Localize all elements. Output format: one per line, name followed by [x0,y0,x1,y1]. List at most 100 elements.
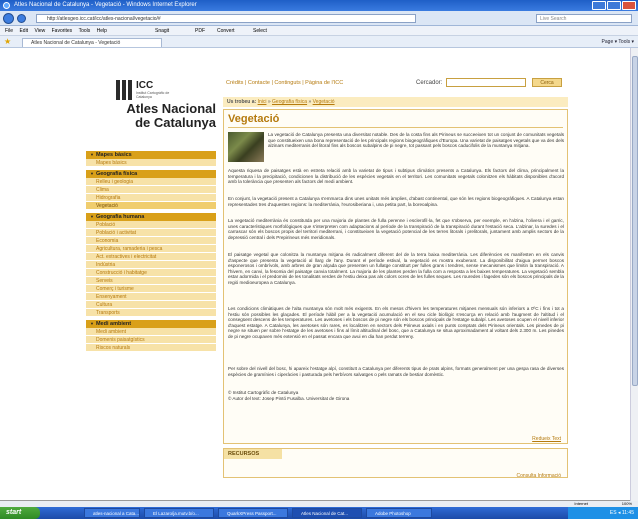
sidebar-item[interactable]: Indústria [86,261,216,269]
menu-edit[interactable]: Edit [19,28,28,34]
page-viewport: ICC Institut Cartogràfic de Catalunya At… [0,48,638,501]
scrollbar-thumb[interactable] [632,56,638,386]
toolbar-select[interactable]: Select [253,27,267,35]
breadcrumb-link-home[interactable]: Inici [258,99,267,105]
sidebar-section-title: Geografia física [95,171,138,177]
task-button-3[interactable]: QuarkXPress Passport... [218,508,288,518]
sidebar-item[interactable]: Hidrografia [86,194,216,202]
triangle-down-icon: ▼ [90,171,94,176]
system-tray: ES ◂ 11:45 [568,507,638,519]
menu-help[interactable]: Help [97,28,107,34]
back-button[interactable] [3,13,14,24]
reduce-text-link[interactable]: Redueix Text [532,436,561,442]
sidebar-section-title: Geografia humana [95,214,145,220]
top-links[interactable]: Crèdits | Contacte | Continguts | Pàgina… [226,80,343,86]
paragraph-3: En conjunt, la vegetació present a Catal… [228,196,564,207]
window-title: Atles Nacional de Catalunya - Vegetació … [14,2,197,8]
paragraph-7: Per sobre del nivell del bosc, hi aparei… [228,366,564,377]
start-button[interactable]: start [0,507,40,519]
tab-current[interactable]: Atles Nacional de Catalunya - Vegetació [22,38,162,47]
sidebar-item[interactable]: Població [86,221,216,229]
sidebar-item[interactable]: Transports [86,309,216,317]
sidebar-item[interactable]: Relleu i geologia [86,178,216,186]
page-title: Vegetació [228,113,280,125]
resources-heading: RECURSOS [224,449,282,459]
sidebar-item[interactable]: Població i activitat [86,229,216,237]
article-panel: Vegetació La vegetació de Catalunya pres… [223,109,568,444]
vertical-scrollbar[interactable] [630,48,638,501]
sidebar-item[interactable]: Ensenyament [86,293,216,301]
sidebar-item[interactable]: Clima [86,186,216,194]
paragraph-5: El paisatge vegetal que colonitza la mun… [228,252,564,285]
triangle-down-icon: ▼ [90,214,94,219]
page-tools-menu[interactable]: Page ▾ Tools ▾ [602,38,634,46]
task-button-1[interactable]: atles-nacional a Cata... [84,508,140,518]
atles-page: ICC Institut Cartogràfic de Catalunya At… [86,68,568,501]
paragraph-2: Aquesta riquesa de paisatges està en est… [228,168,564,185]
window-titlebar: Atles Nacional de Catalunya - Vegetació … [0,0,638,11]
breadcrumb-link-vegetation[interactable]: Vegetació [313,99,335,105]
sidebar-item[interactable]: Comerç i turisme [86,285,216,293]
paragraph-6: Les condicions climàtiques de l'alta mun… [228,306,564,339]
sidebar-item[interactable]: Domenis paisatgístics [86,336,216,344]
task-button-4[interactable]: Atles Nacional de Cat... [292,508,362,518]
minimize-button[interactable] [592,1,606,10]
sidebar-section-title: Mapes bàsics [95,152,132,158]
title-divider [228,127,563,128]
sidebar-section-header[interactable]: ▼ Geografia humana [86,213,216,221]
sidebar-item[interactable]: Serveis [86,277,216,285]
sidebar-item[interactable]: Agricultura, ramaderia i pesca [86,245,216,253]
site-logo[interactable]: ICC Institut Cartogràfic de Catalunya At… [86,80,221,140]
address-bar-row: http://atlesgeo.icc.cat/icc/atles-nacion… [0,11,638,26]
address-field[interactable]: http://atlesgeo.icc.cat/icc/atles-nacion… [36,14,416,23]
task-button-2[interactable]: El Lazaro/ja.mutv.b/o... [144,508,214,518]
menu-favorites[interactable]: Favorites [52,28,73,34]
favorites-bar: ★ Atles Nacional de Catalunya - Vegetaci… [0,36,638,48]
copyright-note: © Institut Cartogràfic de Catalunya © Au… [228,390,350,401]
triangle-down-icon: ▼ [90,321,94,326]
icc-logo-mark-icon [116,80,132,100]
sidebar-section-header[interactable]: ▼ Medi ambient [86,320,216,328]
breadcrumb-prefix: Us trobeu a: [227,99,257,105]
site-search-button[interactable]: Cerca [532,78,562,87]
paragraph-4: La vegetació mediterrània és constituïda… [228,218,564,240]
logo-institute-text: Institut Cartogràfic de Catalunya [136,91,170,99]
sidebar-item[interactable]: Riscos naturals [86,344,216,352]
breadcrumb: Us trobeu a: Inici » Geografia física » … [223,97,568,107]
vegetation-photo [228,132,264,162]
sidebar-section-header[interactable]: ▼ Geografia física [86,170,216,178]
menu-view[interactable]: View [34,28,45,34]
forward-button[interactable] [17,14,26,23]
sidebar-nav: ▼ Mapes bàsics Mapes bàsics ▼ Geografia físi… [86,148,216,352]
resources-links[interactable]: Consulta Informació [517,473,561,479]
site-search-label: Cercador: [416,80,443,86]
task-button-5[interactable]: Adobe Photoshop [366,508,432,518]
internet-explorer-icon [3,2,10,9]
resources-panel: RECURSOS Consulta Informació [223,448,568,479]
sidebar-section-title: Medi ambient [95,321,132,327]
favorites-star-icon[interactable]: ★ [4,37,11,46]
site-title-line1: Atles Nacional [126,101,216,116]
sidebar-item[interactable]: Mapes bàsics [86,159,216,167]
browser-search-input[interactable]: Live Search [536,14,632,23]
menu-tools[interactable]: Tools [79,28,91,34]
paragraph-1: La vegetació de Catalunya presenta una d… [268,132,564,149]
close-button[interactable] [622,1,636,10]
menu-file[interactable]: File [5,28,13,34]
taskbar: start atles-nacional a Cata... El Lazaro… [0,507,638,519]
sidebar-item[interactable]: Cultura [86,301,216,309]
toolbar-pdf[interactable]: PDF [195,27,205,35]
logo-icc-text: ICC [136,80,154,91]
sidebar-item[interactable]: Act. extractives i electricitat [86,253,216,261]
sidebar-item[interactable]: Economia [86,237,216,245]
sidebar-item[interactable]: Medi ambient [86,328,216,336]
toolbar-snagit[interactable]: Snagit [155,27,169,35]
sidebar-item[interactable]: Vegetació [86,202,216,210]
toolbar-convert[interactable]: Convert [217,27,235,35]
maximize-button[interactable] [607,1,621,10]
site-search-input[interactable] [446,78,526,87]
site-title-line2: de Catalunya [135,115,216,130]
sidebar-section-header[interactable]: ▼ Mapes bàsics [86,151,216,159]
breadcrumb-link-geography[interactable]: Geografia física [272,99,307,105]
sidebar-item[interactable]: Construcció i habitatge [86,269,216,277]
